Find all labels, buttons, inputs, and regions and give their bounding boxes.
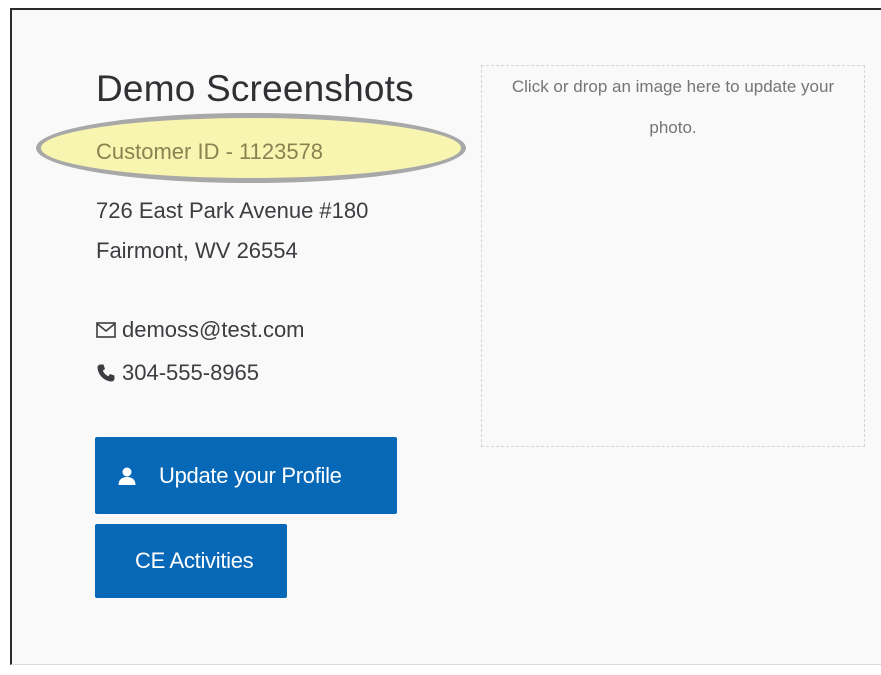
ce-activities-button[interactable]: CE Activities xyxy=(95,524,287,598)
customer-id: Customer ID - 1123578 xyxy=(96,139,324,164)
phone-text[interactable]: 304-555-8965 xyxy=(122,360,259,386)
profile-name: Demo Screenshots xyxy=(96,68,414,109)
update-profile-button[interactable]: Update your Profile xyxy=(95,437,397,514)
email-text[interactable]: demoss@test.com xyxy=(122,317,305,343)
address-line-1: 726 East Park Avenue #180 xyxy=(96,198,369,223)
user-icon xyxy=(115,464,139,488)
ce-activities-label: CE Activities xyxy=(135,548,254,573)
envelope-icon xyxy=(96,319,118,341)
phone-row: 304-555-8965 xyxy=(96,360,259,386)
photo-dropzone[interactable]: Click or drop an image here to update yo… xyxy=(481,65,865,447)
phone-icon xyxy=(96,362,118,384)
update-profile-label: Update your Profile xyxy=(159,462,342,488)
address-line-2: Fairmont, WV 26554 xyxy=(96,238,298,263)
dropzone-text: Click or drop an image here to update yo… xyxy=(511,77,835,137)
email-row: demoss@test.com xyxy=(96,317,305,343)
